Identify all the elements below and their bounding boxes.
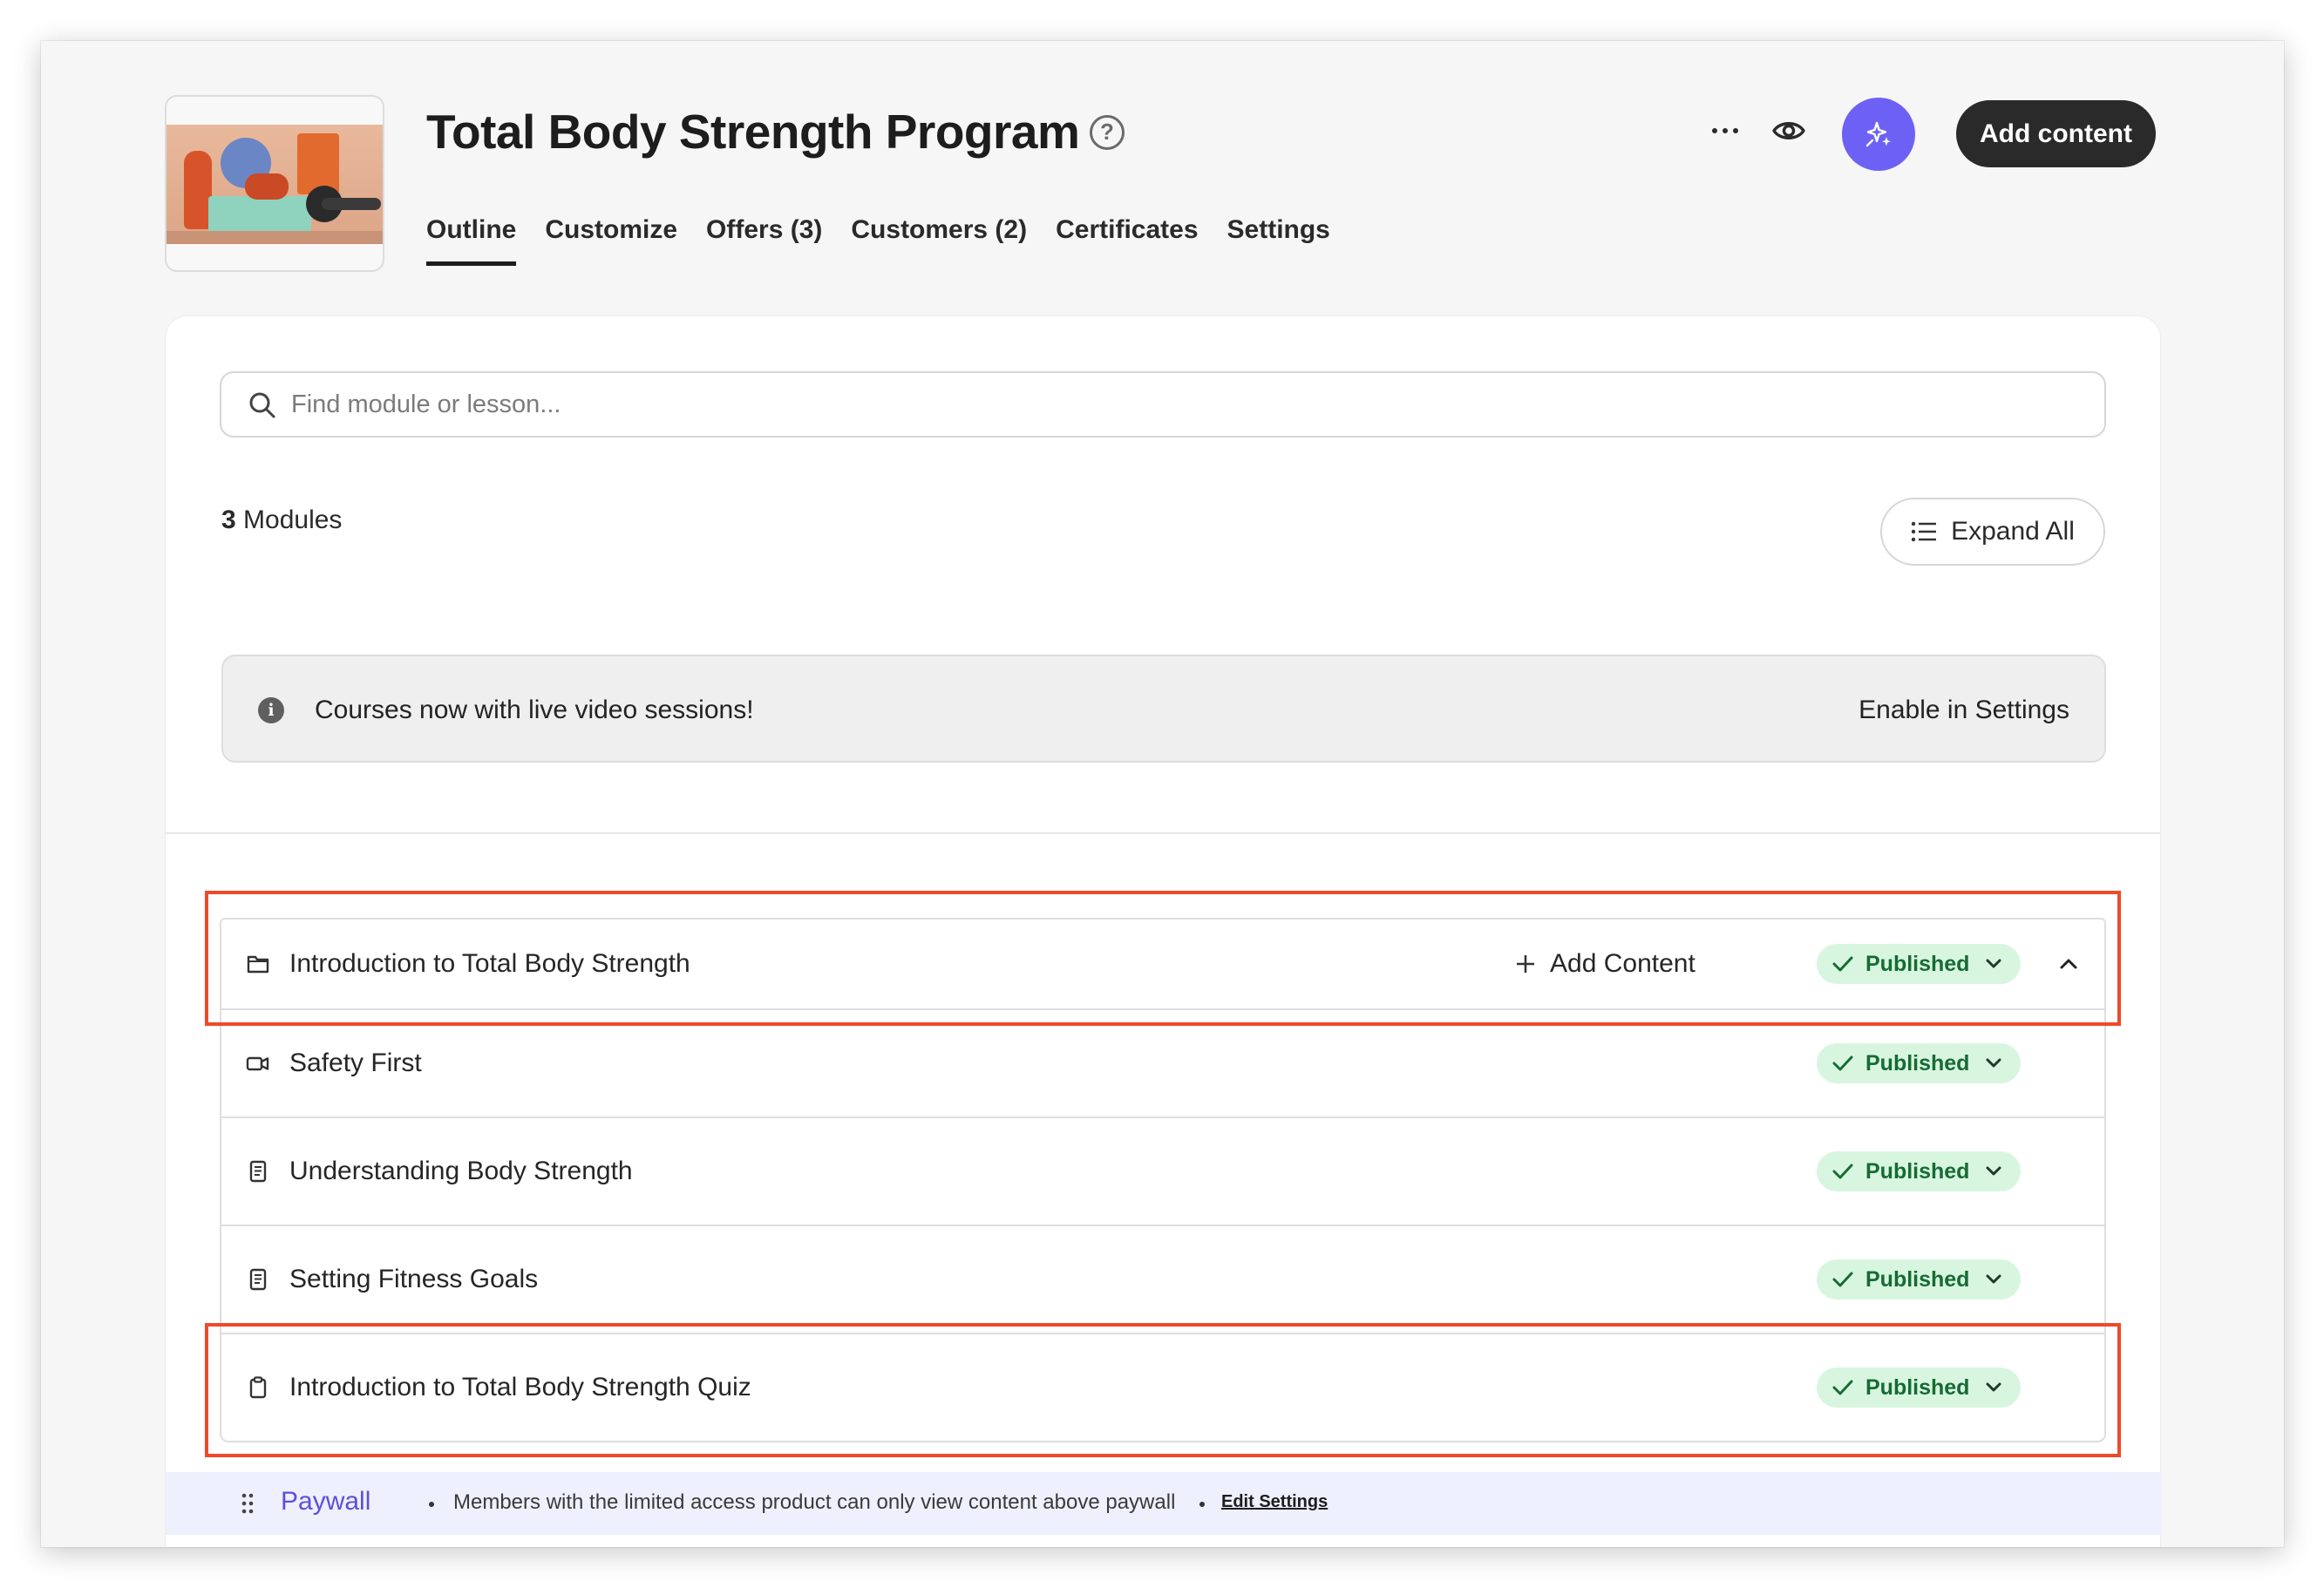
modules-count: 3 Modules	[221, 506, 342, 535]
banner-text: Courses now with live video sessions!	[315, 696, 754, 724]
module-list: Introduction to Total Body Strength Add …	[220, 918, 2106, 1442]
tab-customers[interactable]: Customers (2)	[851, 215, 1027, 262]
tab-settings[interactable]: Settings	[1227, 215, 1330, 262]
module-row[interactable]: Introduction to Total Body Strength Add …	[220, 918, 2106, 1010]
separator-dot	[1199, 1502, 1205, 1507]
check-icon	[1832, 1272, 1853, 1287]
status-label: Published	[1865, 1266, 1970, 1292]
edit-settings-link[interactable]: Edit Settings	[1221, 1492, 1328, 1512]
lesson-row[interactable]: Safety First Published	[220, 1010, 2106, 1118]
status-dropdown[interactable]: Published	[1817, 944, 2021, 984]
list-icon	[1911, 521, 1937, 542]
folder-icon	[247, 955, 269, 974]
lesson-title: Safety First	[289, 1048, 422, 1077]
module-title: Introduction to Total Body Strength	[289, 949, 690, 978]
check-icon	[1832, 1164, 1853, 1179]
sparkle-icon	[1865, 121, 1891, 147]
page-title: Total Body Strength Program	[426, 105, 1080, 159]
plus-icon	[1517, 955, 1534, 973]
tab-offers[interactable]: Offers (3)	[706, 215, 822, 262]
app-window: Total Body Strength Program ? Outline Cu…	[41, 41, 2284, 1547]
lesson-row[interactable]: Introduction to Total Body Strength Quiz…	[220, 1334, 2106, 1442]
tab-outline[interactable]: Outline	[426, 215, 517, 266]
status-dropdown[interactable]: Published	[1817, 1043, 2021, 1083]
document-icon	[249, 1160, 267, 1183]
tab-customize[interactable]: Customize	[545, 215, 677, 262]
help-icon[interactable]: ?	[1090, 115, 1125, 150]
course-image	[166, 125, 383, 244]
status-dropdown[interactable]: Published	[1817, 1151, 2021, 1191]
search-box[interactable]	[220, 371, 2106, 438]
lesson-row[interactable]: Setting Fitness Goals Published	[220, 1226, 2106, 1334]
paywall-bar: Paywall Members with the limited access …	[166, 1472, 2162, 1535]
search-icon	[249, 392, 275, 418]
enable-in-settings-link[interactable]: Enable in Settings	[1859, 696, 2069, 725]
chevron-down-icon	[1986, 1166, 2001, 1176]
eye-icon[interactable]	[1771, 116, 1806, 146]
info-icon: i	[258, 697, 284, 723]
expand-all-label: Expand All	[1951, 517, 2075, 546]
modules-count-number: 3	[221, 506, 236, 534]
tab-certificates[interactable]: Certificates	[1056, 215, 1198, 262]
status-label: Published	[1865, 1158, 1970, 1184]
status-dropdown[interactable]: Published	[1817, 1259, 2021, 1300]
status-dropdown[interactable]: Published	[1817, 1367, 2021, 1408]
section-divider	[166, 832, 2160, 834]
modules-count-label: Modules	[235, 506, 343, 534]
drag-handle-icon[interactable]	[241, 1492, 255, 1515]
course-thumbnail[interactable]	[165, 95, 384, 272]
add-content-button[interactable]: Add content	[1956, 100, 2156, 167]
paywall-label: Paywall	[281, 1487, 371, 1516]
lesson-title: Understanding Body Strength	[289, 1157, 633, 1185]
search-input[interactable]	[291, 385, 2035, 424]
status-label: Published	[1865, 1374, 1970, 1400]
clipboard-icon	[249, 1376, 267, 1399]
paywall-description: Members with the limited access product …	[453, 1490, 1176, 1514]
document-icon	[249, 1268, 267, 1291]
lesson-title: Setting Fitness Goals	[289, 1265, 539, 1293]
check-icon	[1832, 1055, 1853, 1071]
lesson-title: Introduction to Total Body Strength Quiz	[289, 1373, 751, 1401]
check-icon	[1832, 956, 1853, 972]
chevron-down-icon	[1986, 1274, 2001, 1284]
separator-dot	[429, 1502, 434, 1507]
video-icon	[246, 1056, 269, 1071]
chevron-up-icon[interactable]	[2056, 952, 2081, 976]
chevron-down-icon	[1986, 959, 2001, 968]
chevron-down-icon	[1986, 1058, 2001, 1068]
course-tabs: Outline Customize Offers (3) Customers (…	[426, 215, 1330, 266]
add-content-label: Add Content	[1550, 949, 1695, 978]
outline-card: 3 Modules Expand All i Courses now with …	[165, 316, 2162, 1547]
expand-all-button[interactable]: Expand All	[1880, 498, 2105, 566]
ai-assistant-button[interactable]	[1842, 98, 1915, 171]
status-label: Published	[1865, 951, 1970, 976]
lesson-row[interactable]: Understanding Body Strength Published	[220, 1118, 2106, 1226]
more-icon[interactable]	[1703, 118, 1747, 144]
info-banner: i Courses now with live video sessions! …	[221, 655, 2106, 763]
status-label: Published	[1865, 1050, 1970, 1076]
chevron-down-icon	[1986, 1382, 2001, 1392]
check-icon	[1832, 1380, 1853, 1395]
add-content-link[interactable]: Add Content	[1515, 949, 1695, 979]
